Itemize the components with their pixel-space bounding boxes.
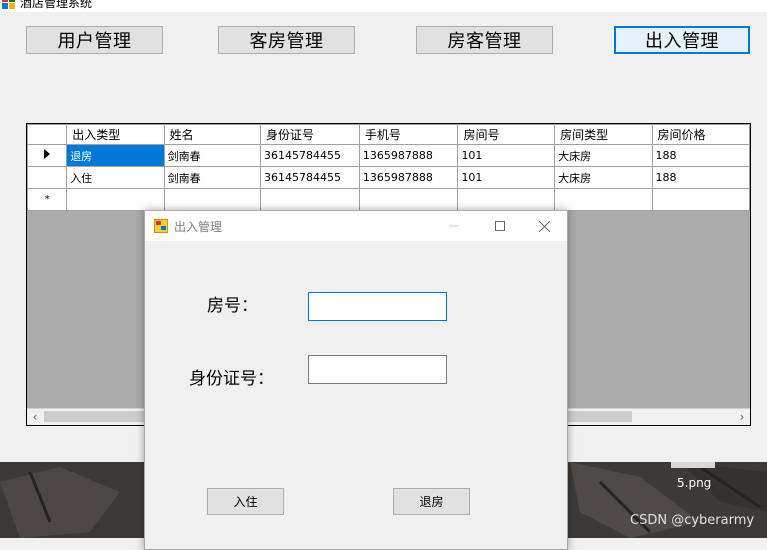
maximize-button[interactable] <box>477 211 523 241</box>
table-cell[interactable]: 1365987888 <box>358 166 459 189</box>
table-cell[interactable]: 188 <box>651 144 750 167</box>
records-table: 出入类型 姓名 身份证号 手机号 房间号 房间类型 房间价格 退房 剑南春 36… <box>27 124 750 211</box>
user-management-button[interactable]: 用户管理 <box>26 26 163 54</box>
checkout-button[interactable]: 退房 <box>393 488 470 515</box>
main-window-title: 酒店管理系统 <box>20 0 93 10</box>
maximize-icon <box>495 221 505 231</box>
table-cell[interactable]: 退房 <box>66 144 165 167</box>
table-cell[interactable] <box>260 188 360 211</box>
column-header-id-number[interactable]: 身份证号 <box>260 124 360 145</box>
table-cell[interactable]: 36145784455 <box>260 166 360 189</box>
table-row[interactable]: 入住 剑南春 36145784455 1365987888 101 大床房 18… <box>27 166 750 189</box>
column-header-room-number[interactable]: 房间号 <box>457 124 556 145</box>
table-cell[interactable] <box>163 188 262 211</box>
close-button[interactable] <box>521 211 567 241</box>
table-cell[interactable]: 大床房 <box>554 166 653 189</box>
column-header-name[interactable]: 姓名 <box>163 124 262 145</box>
guest-management-button[interactable]: 房客管理 <box>416 26 553 54</box>
table-cell[interactable] <box>358 188 459 211</box>
dialog-titlebar[interactable]: 出入管理 <box>145 211 567 241</box>
table-cell[interactable] <box>554 188 653 211</box>
minimize-button[interactable] <box>431 211 477 241</box>
table-cell[interactable] <box>651 188 750 211</box>
column-header-room-type[interactable]: 房间类型 <box>554 124 653 145</box>
current-row-arrow-icon <box>44 149 51 159</box>
row-header[interactable] <box>27 144 68 167</box>
new-row[interactable]: * <box>27 188 750 211</box>
csdn-watermark: CSDN @cyberarmy <box>630 513 755 528</box>
table-cell[interactable]: 188 <box>651 166 750 189</box>
table-cell[interactable]: 剑南春 <box>163 144 262 167</box>
grid-corner[interactable] <box>27 124 68 145</box>
dialog-title: 出入管理 <box>174 220 223 234</box>
id-number-label: 身份证号： <box>189 369 274 389</box>
column-header-room-price[interactable]: 房间价格 <box>651 124 750 145</box>
scroll-left-icon[interactable]: ‹ <box>27 409 43 425</box>
room-number-input[interactable] <box>308 292 447 321</box>
checkin-button[interactable]: 入住 <box>207 488 284 515</box>
table-cell[interactable]: 101 <box>457 166 556 189</box>
table-cell[interactable]: 大床房 <box>554 144 653 167</box>
app-icon <box>2 0 15 9</box>
row-header[interactable] <box>27 166 68 189</box>
table-cell[interactable]: 入住 <box>66 166 165 189</box>
dialog-app-icon <box>154 219 168 233</box>
room-management-button[interactable]: 客房管理 <box>218 26 355 54</box>
table-cell[interactable]: 36145784455 <box>260 144 360 167</box>
desktop-file-label[interactable]: 5.png <box>677 476 711 490</box>
checkin-dialog: 出入管理 房号： 身份证号： 入住 退房 <box>144 210 568 550</box>
table-row[interactable]: 退房 剑南春 36145784455 1365987888 101 大床房 18… <box>27 144 750 167</box>
table-cell[interactable]: 1365987888 <box>358 144 459 167</box>
table-cell[interactable]: 剑南春 <box>163 166 262 189</box>
close-icon <box>538 220 550 232</box>
column-header-type[interactable]: 出入类型 <box>66 124 165 145</box>
table-cell[interactable] <box>66 188 165 211</box>
header-row: 出入类型 姓名 身份证号 手机号 房间号 房间类型 房间价格 <box>27 124 750 145</box>
column-header-phone[interactable]: 手机号 <box>358 124 459 145</box>
table-cell[interactable] <box>457 188 556 211</box>
table-cell[interactable]: 101 <box>457 144 556 167</box>
room-number-label: 房号： <box>207 296 258 316</box>
scroll-right-icon[interactable]: › <box>734 409 750 425</box>
minimize-icon <box>449 225 459 227</box>
checkin-checkout-button[interactable]: 出入管理 <box>614 26 750 54</box>
id-number-input[interactable] <box>308 355 447 384</box>
main-titlebar: 酒店管理系统 <box>0 0 767 12</box>
new-row-marker: * <box>27 188 68 211</box>
file-thumbnail[interactable] <box>671 462 715 468</box>
